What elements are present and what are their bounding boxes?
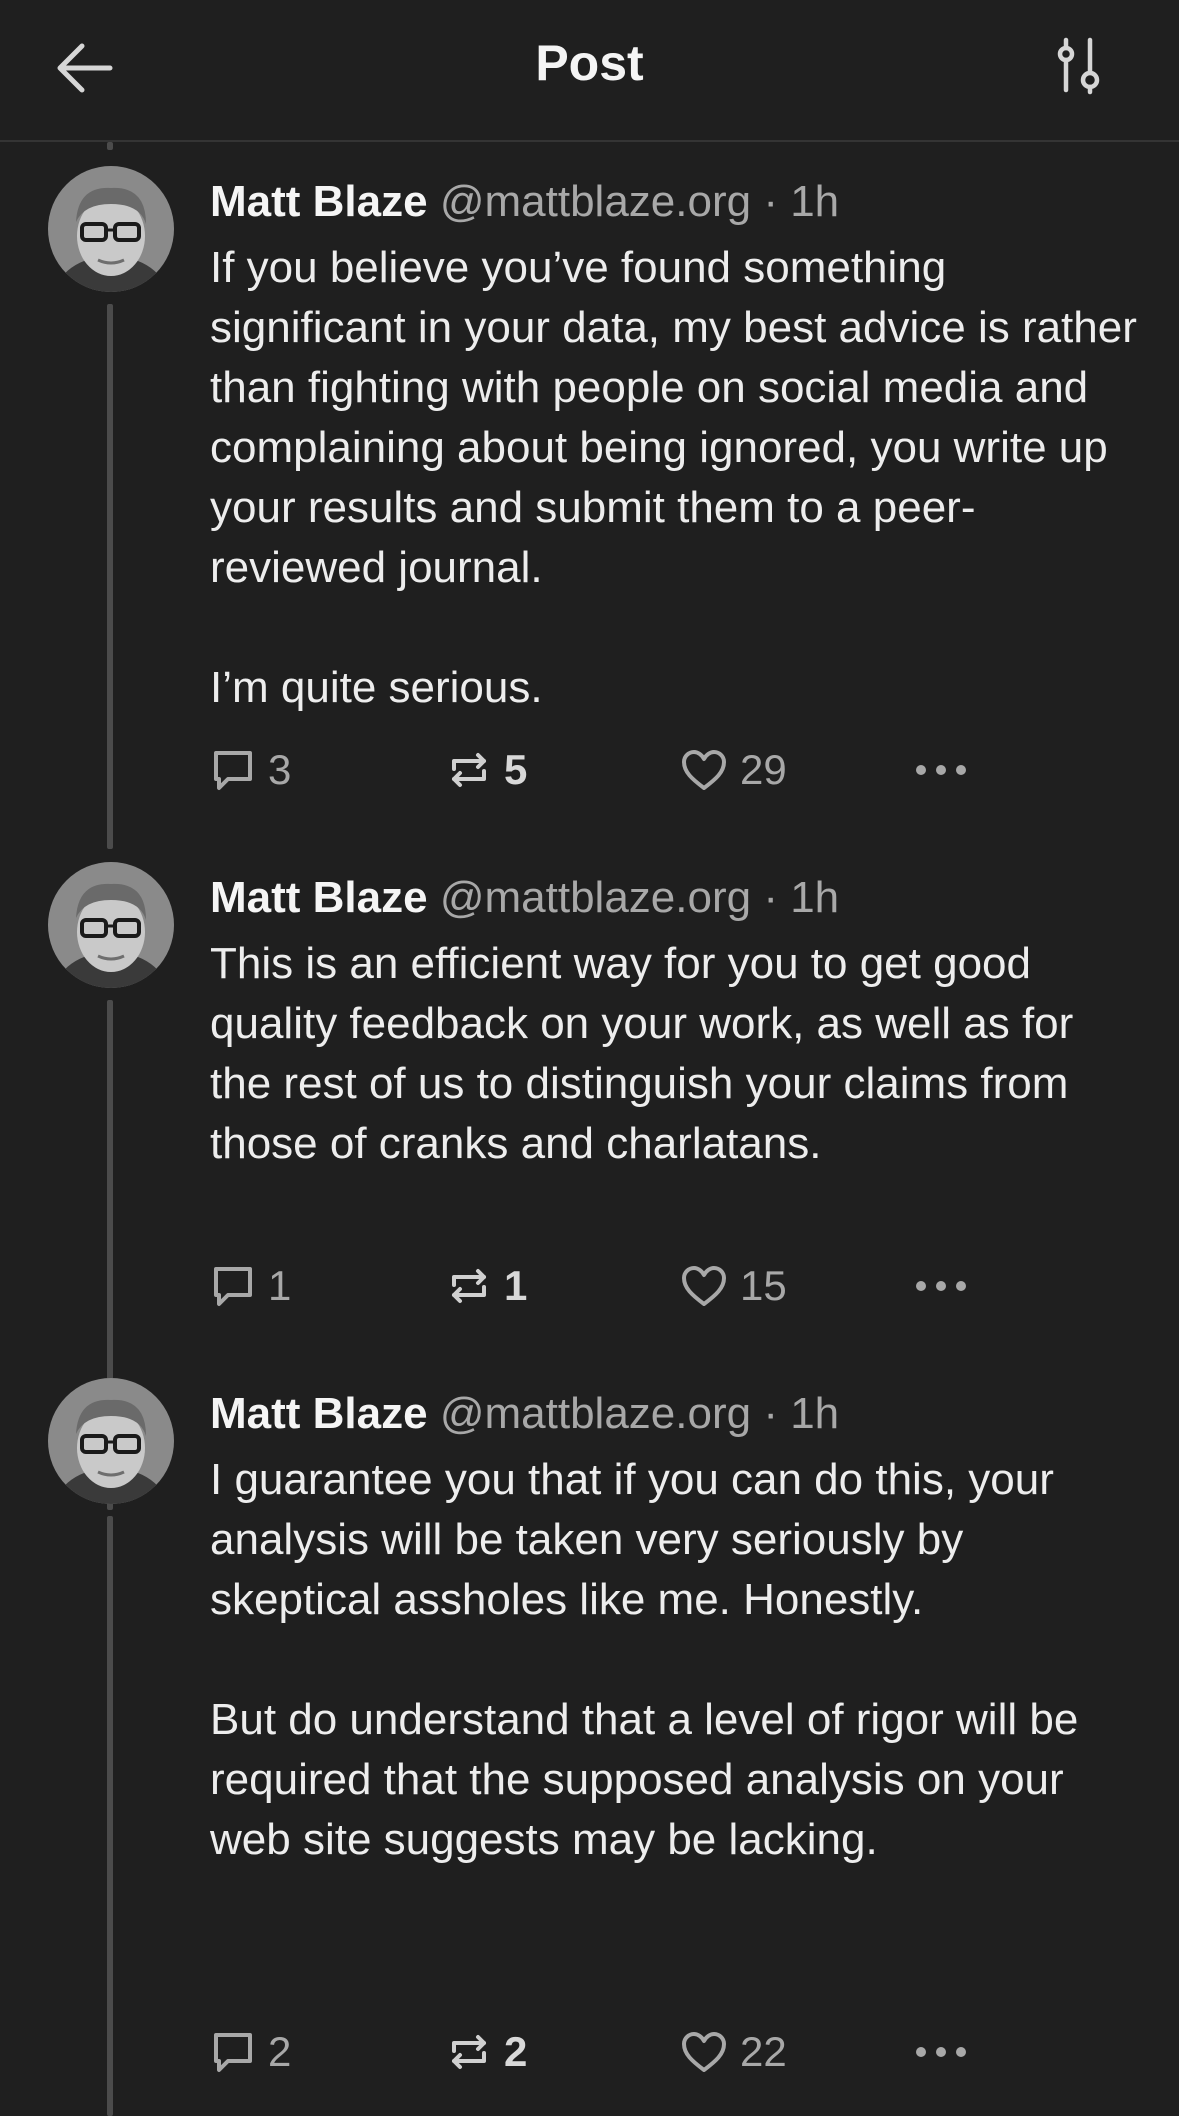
heart-icon	[682, 2032, 726, 2072]
heart-icon	[682, 750, 726, 790]
reply-button[interactable]: 2	[210, 2020, 291, 2084]
reply-button[interactable]: 1	[210, 1254, 291, 1318]
separator-dot: ·	[763, 177, 778, 226]
sliders-icon	[1057, 37, 1100, 95]
post-header: Matt Blaze @mattblaze.org · 1h	[210, 870, 1140, 926]
repost-button[interactable]: 1	[446, 1254, 527, 1318]
speech-bubble-icon	[214, 1267, 252, 1306]
post-paragraph: I guarantee you that if you can do this,…	[210, 1455, 1054, 1624]
page-title: Post	[535, 35, 644, 91]
post-text: I guarantee you that if you can do this,…	[210, 1450, 1140, 1870]
post-paragraph: This is an efficient way for you to get …	[210, 939, 1074, 1168]
post-actions: 2 2 22	[210, 2020, 1010, 2084]
reply-count: 3	[268, 746, 292, 793]
reply-count: 2	[268, 2028, 292, 2075]
reply-button[interactable]: 3	[210, 738, 291, 802]
author-handle[interactable]: @mattblaze.org	[440, 177, 751, 226]
repost-count: 5	[504, 746, 528, 793]
like-count: 22	[740, 2028, 787, 2075]
repost-count: 1	[504, 1262, 528, 1309]
avatar-portrait	[48, 1378, 174, 1504]
ellipsis-icon	[916, 2047, 966, 2057]
repost-count: 2	[504, 2028, 528, 2075]
author-name[interactable]: Matt Blaze	[210, 1389, 428, 1438]
heart-icon	[682, 1266, 726, 1306]
repost-button[interactable]: 5	[446, 738, 527, 802]
thread-connector-line	[107, 142, 113, 150]
post-header: Matt Blaze @mattblaze.org · 1h	[210, 1386, 1140, 1442]
post-paragraph: But do understand that a level of rigor …	[210, 1695, 1079, 1864]
thread-settings-button[interactable]	[1048, 36, 1112, 100]
author-handle[interactable]: @mattblaze.org	[440, 1389, 751, 1438]
avatar-portrait	[48, 166, 174, 292]
ellipsis-icon	[916, 1281, 966, 1291]
author-handle[interactable]: @mattblaze.org	[440, 873, 751, 922]
avatar[interactable]	[48, 862, 174, 988]
separator-dot: ·	[763, 1389, 778, 1438]
more-options-button[interactable]	[914, 738, 968, 802]
like-count: 15	[740, 1262, 787, 1309]
repost-icon	[452, 1269, 486, 1303]
repost-icon	[452, 2035, 486, 2069]
like-button[interactable]: 15	[680, 1254, 787, 1318]
like-count: 29	[740, 746, 787, 793]
avatar[interactable]	[48, 1378, 174, 1504]
repost-button[interactable]: 2	[446, 2020, 527, 2084]
thread-connector-line	[107, 1516, 113, 2116]
separator-dot: ·	[763, 873, 778, 922]
post-paragraph: If you believe you’ve found something si…	[210, 243, 1137, 592]
ellipsis-icon	[916, 765, 966, 775]
post-actions: 3 5 29	[210, 738, 1010, 802]
avatar-portrait	[48, 862, 174, 988]
speech-bubble-icon	[214, 751, 252, 790]
more-options-button[interactable]	[914, 2020, 968, 2084]
more-options-button[interactable]	[914, 1254, 968, 1318]
post-text: This is an efficient way for you to get …	[210, 934, 1140, 1174]
repost-icon	[452, 753, 486, 787]
post-header: Matt Blaze @mattblaze.org · 1h	[210, 174, 1140, 230]
avatar[interactable]	[48, 166, 174, 292]
top-bar: Post	[0, 0, 1179, 142]
author-name[interactable]: Matt Blaze	[210, 873, 428, 922]
thread-connector-line	[107, 304, 113, 849]
speech-bubble-icon	[214, 2033, 252, 2072]
like-button[interactable]: 29	[680, 738, 787, 802]
post-paragraph: I’m quite serious.	[210, 663, 543, 712]
post-time[interactable]: 1h	[790, 873, 839, 922]
reply-count: 1	[268, 1262, 292, 1309]
like-button[interactable]: 22	[680, 2020, 787, 2084]
post-time[interactable]: 1h	[790, 1389, 839, 1438]
post-actions: 1 1 15	[210, 1254, 1010, 1318]
author-name[interactable]: Matt Blaze	[210, 177, 428, 226]
post-time[interactable]: 1h	[790, 177, 839, 226]
post-text: If you believe you’ve found something si…	[210, 238, 1140, 718]
